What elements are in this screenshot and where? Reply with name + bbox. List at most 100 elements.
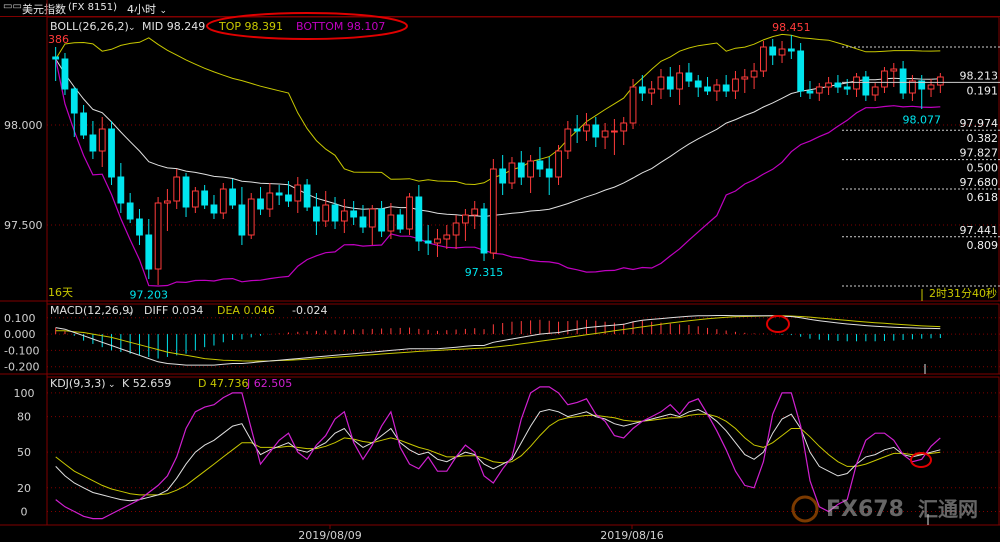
candle-body xyxy=(936,76,944,86)
candle-body xyxy=(164,200,171,204)
candle-body xyxy=(489,168,497,254)
candle-body xyxy=(508,162,516,184)
candle-body xyxy=(406,196,413,230)
candle-body xyxy=(462,214,469,224)
candle-body xyxy=(257,198,264,210)
candle-body xyxy=(881,70,888,88)
candle-body xyxy=(536,160,544,170)
candle-body xyxy=(899,68,907,94)
candle-body xyxy=(834,82,842,88)
candle-body xyxy=(368,208,376,228)
extreme-price-label: 97.315 xyxy=(465,266,504,279)
candle-body xyxy=(136,218,143,236)
extreme-price-label: 97.203 xyxy=(130,288,169,301)
boll-top-readout: TOP 98.391 xyxy=(218,20,283,33)
time-axis-label: 2019/08/16 xyxy=(600,529,663,542)
macd-diff-readout: DIFF 0.034 xyxy=(144,304,203,317)
candle-body xyxy=(555,150,562,178)
fib-price-label: 97.441 xyxy=(960,224,999,237)
candle-body xyxy=(722,84,730,92)
candle-body xyxy=(182,176,190,208)
candle-body xyxy=(313,206,320,222)
candle-body xyxy=(434,238,441,244)
candle-body xyxy=(787,48,795,52)
time-axis-label: 2019/08/09 xyxy=(298,529,361,542)
candle-body xyxy=(545,168,553,178)
candle-body xyxy=(825,82,832,88)
extreme-price-label: 386 xyxy=(48,33,69,46)
candle-body xyxy=(331,204,339,222)
candle-body xyxy=(322,204,330,222)
fib-price-label: 97.974 xyxy=(960,117,999,130)
fib-price-label: 97.680 xyxy=(960,176,999,189)
candle-body xyxy=(210,204,218,214)
candle-body xyxy=(415,196,423,242)
candle-body xyxy=(778,48,786,56)
kdj-k-readout: K 52.659 xyxy=(122,377,171,390)
candle-body xyxy=(499,168,507,184)
macd-axis-label: 0.100 xyxy=(4,312,36,325)
candle-body xyxy=(70,88,78,114)
candle-body xyxy=(387,214,395,232)
candle-body xyxy=(396,214,404,230)
candle-body xyxy=(638,86,646,94)
chart-canvas[interactable]: 98.000 97.500 98.213 0.191 97.974 0.382 97.827… xyxy=(0,0,1000,542)
candle-body xyxy=(173,176,181,202)
fib-ratio-label: 0.191 xyxy=(967,84,999,97)
candle-body xyxy=(98,128,106,152)
boll-bottom-readout: BOTTOM 98.107 xyxy=(296,20,385,33)
candle-body xyxy=(424,240,432,244)
candle-body xyxy=(741,76,749,80)
price-axis-label: 98.000 xyxy=(4,119,43,132)
candle-body xyxy=(750,70,758,78)
kdj-axis-label: 80 xyxy=(17,411,31,424)
candle-body xyxy=(806,90,814,94)
candle-body xyxy=(285,194,292,202)
boll-top-line xyxy=(55,33,941,186)
candle-body xyxy=(890,68,898,72)
candle-body xyxy=(583,124,590,132)
candle-body xyxy=(52,56,60,60)
candle-body xyxy=(89,134,97,152)
candle-body xyxy=(359,216,367,228)
candle-body xyxy=(927,84,935,90)
candle-body xyxy=(862,76,870,96)
macd-hist-readout: -0.024 xyxy=(292,304,327,317)
candle-body xyxy=(219,188,227,214)
fib-ratio-label: 0.618 xyxy=(967,191,999,204)
chevron-down-icon: ⌄ xyxy=(126,307,134,317)
candle-body xyxy=(527,160,534,178)
candle-body xyxy=(517,162,525,178)
kdj-axis-label: 20 xyxy=(17,482,31,495)
candle-body xyxy=(80,112,87,136)
fib-price-label: 97.827 xyxy=(960,147,999,160)
chevron-down-icon: ⌄ xyxy=(108,380,116,390)
candle-body xyxy=(229,188,236,206)
candle-body xyxy=(378,208,385,232)
candle-body xyxy=(480,208,488,254)
kdj-j-readout: J 62.505 xyxy=(246,377,292,390)
boll-mid-readout: MID 98.249 xyxy=(142,20,205,33)
extreme-price-label: 98.077 xyxy=(902,114,941,127)
fib-ratio-label: 0.500 xyxy=(967,162,999,175)
kdj-j-line xyxy=(55,386,941,520)
macd-axis-label: -0.200 xyxy=(4,361,39,374)
fib-price-label: 98.213 xyxy=(960,69,999,82)
candle-body xyxy=(154,202,162,270)
candle-body xyxy=(648,88,656,94)
candle-body xyxy=(760,46,767,72)
candle-body xyxy=(108,128,115,178)
candle-body xyxy=(657,76,665,90)
candle-body xyxy=(694,80,702,88)
candle-body xyxy=(238,204,246,236)
chevron-down-icon: ⌄ xyxy=(128,23,136,33)
kdj-d-readout: D 47.736 xyxy=(198,377,248,390)
candle-body xyxy=(452,222,460,236)
candle-body xyxy=(340,210,348,222)
kdj-axis-label: 100 xyxy=(14,387,35,400)
candle-body xyxy=(676,72,683,90)
candle-body xyxy=(769,46,777,56)
boll-indicator-label: BOLL(26,26,2) xyxy=(50,20,129,33)
candle-body xyxy=(275,192,283,196)
candle-body xyxy=(713,84,721,92)
